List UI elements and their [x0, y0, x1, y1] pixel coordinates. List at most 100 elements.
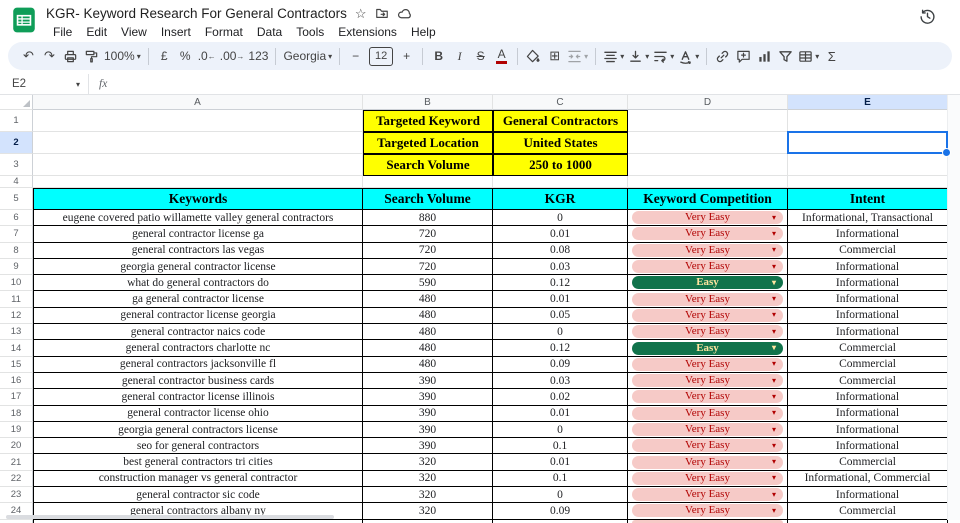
cell-search-volume[interactable]: 880: [363, 210, 493, 226]
cell-A2[interactable]: [33, 132, 363, 154]
competition-dropdown[interactable]: Very Easy▾: [632, 504, 783, 517]
number-format-button[interactable]: 123: [246, 44, 270, 68]
competition-dropdown[interactable]: Very Easy▾: [632, 374, 783, 387]
column-header-B[interactable]: B: [363, 95, 493, 110]
cell-competition[interactable]: Easy▾: [628, 275, 788, 291]
cell-search-volume[interactable]: 390: [363, 438, 493, 454]
menu-view[interactable]: View: [114, 24, 154, 40]
cell-search-volume[interactable]: 480: [363, 291, 493, 307]
cell-kgr[interactable]: 0: [493, 210, 628, 226]
header-intent[interactable]: Intent: [788, 188, 948, 210]
merge-cells-button[interactable]: ▾: [565, 44, 590, 68]
competition-dropdown[interactable]: Very Easy▾: [632, 358, 783, 371]
row-header[interactable]: 17: [0, 389, 33, 405]
cell-competition[interactable]: Very Easy▾: [628, 406, 788, 422]
cell-competition[interactable]: Very Easy▾: [628, 357, 788, 373]
row-header[interactable]: 2: [0, 132, 33, 154]
cell-search-volume[interactable]: 720: [363, 259, 493, 275]
borders-button[interactable]: ⊞: [544, 44, 565, 68]
cell-intent[interactable]: Commercial: [788, 373, 948, 389]
cell-intent[interactable]: Commercial: [788, 243, 948, 259]
cell-search-volume[interactable]: 720: [363, 243, 493, 259]
cell-partial[interactable]: [363, 520, 493, 523]
competition-dropdown[interactable]: Very Easy▾: [632, 407, 783, 420]
cell-keyword[interactable]: general contractors charlotte nc: [33, 340, 363, 356]
cell-kgr[interactable]: 0.09: [493, 503, 628, 519]
cell-competition[interactable]: Very Easy▾: [628, 226, 788, 242]
name-box[interactable]: E2 ▾: [0, 78, 88, 90]
cell-keyword[interactable]: seo for general contractors: [33, 438, 363, 454]
column-header-E[interactable]: E: [788, 95, 948, 110]
competition-dropdown[interactable]: Very Easy▾: [632, 488, 783, 501]
cell-intent[interactable]: Commercial: [788, 454, 948, 470]
cell-intent[interactable]: Informational: [788, 308, 948, 324]
insert-table-button[interactable]: ▾: [796, 44, 821, 68]
row-header[interactable]: 8: [0, 243, 33, 259]
cell-keyword[interactable]: georgia general contractor license: [33, 259, 363, 275]
competition-dropdown[interactable]: Very Easy▾: [632, 309, 783, 322]
fill-color-button[interactable]: [523, 44, 544, 68]
competition-dropdown[interactable]: Very Easy▾: [632, 390, 783, 403]
cell-competition[interactable]: Very Easy▾: [628, 324, 788, 340]
header-kgr[interactable]: KGR: [493, 188, 628, 210]
cell-C3[interactable]: 250 to 1000: [493, 154, 628, 176]
vertical-align-button[interactable]: ▾: [626, 44, 651, 68]
row-header[interactable]: 7: [0, 226, 33, 242]
menu-help[interactable]: Help: [404, 24, 443, 40]
cell-intent[interactable]: Commercial: [788, 340, 948, 356]
cell-B2[interactable]: Targeted Location: [363, 132, 493, 154]
cell-keyword[interactable]: construction manager vs general contract…: [33, 471, 363, 487]
cell-A1[interactable]: [33, 110, 363, 132]
menu-extensions[interactable]: Extensions: [331, 24, 404, 40]
cell-intent[interactable]: Informational: [788, 487, 948, 503]
text-rotation-button[interactable]: ▾: [676, 44, 701, 68]
decrease-font-size-button[interactable]: −: [345, 44, 366, 68]
text-wrap-button[interactable]: ▾: [651, 44, 676, 68]
row-header[interactable]: 20: [0, 438, 33, 454]
cell-E1[interactable]: [788, 110, 948, 132]
cell-C4[interactable]: [493, 176, 628, 188]
move-folder-icon[interactable]: [375, 6, 389, 20]
cell-search-volume[interactable]: 720: [363, 226, 493, 242]
cell-keyword[interactable]: general contractor business cards: [33, 373, 363, 389]
row-header[interactable]: 14: [0, 340, 33, 356]
cell-kgr[interactable]: 0.01: [493, 406, 628, 422]
redo-button[interactable]: ↷: [39, 44, 60, 68]
cell-B3[interactable]: Search Volume: [363, 154, 493, 176]
cell-intent[interactable]: Informational: [788, 291, 948, 307]
cell-C1[interactable]: General Contractors: [493, 110, 628, 132]
competition-dropdown[interactable]: Easy▾: [632, 276, 783, 289]
selected-cell-E2[interactable]: [788, 132, 948, 154]
cell-A3[interactable]: [33, 154, 363, 176]
cell-competition[interactable]: Very Easy▾: [628, 487, 788, 503]
cell-intent[interactable]: Informational: [788, 259, 948, 275]
row-header[interactable]: 6: [0, 210, 33, 226]
cell-competition[interactable]: Very Easy▾: [628, 438, 788, 454]
cell-keyword[interactable]: ga general contractor license: [33, 291, 363, 307]
currency-format-button[interactable]: £: [154, 44, 175, 68]
cell-keyword[interactable]: general contractor sic code: [33, 487, 363, 503]
header-keyword-competition[interactable]: Keyword Competition: [628, 188, 788, 210]
cell-competition[interactable]: Very Easy▾: [628, 389, 788, 405]
horizontal-scrollbar-thumb[interactable]: [6, 515, 334, 519]
functions-button[interactable]: Σ: [821, 44, 842, 68]
row-header[interactable]: [0, 520, 33, 523]
print-button[interactable]: [60, 44, 81, 68]
cell-D3[interactable]: [628, 154, 788, 176]
cell-keyword[interactable]: eugene covered patio willamette valley g…: [33, 210, 363, 226]
cell-competition[interactable]: Very Easy▾: [628, 471, 788, 487]
cell-competition[interactable]: Very Easy▾: [628, 243, 788, 259]
document-title[interactable]: KGR- Keyword Research For General Contra…: [46, 6, 347, 21]
cell-competition[interactable]: Very Easy▾: [628, 210, 788, 226]
cell-search-volume[interactable]: 320: [363, 503, 493, 519]
cell-kgr[interactable]: 0.03: [493, 259, 628, 275]
cell-keyword[interactable]: general contractors las vegas: [33, 243, 363, 259]
cell-kgr[interactable]: 0.12: [493, 275, 628, 291]
cell-kgr[interactable]: 0.08: [493, 243, 628, 259]
menu-file[interactable]: File: [46, 24, 79, 40]
cell-competition[interactable]: Very Easy▾: [628, 422, 788, 438]
competition-dropdown[interactable]: Very Easy▾: [632, 472, 783, 485]
cell-keyword[interactable]: best general contractors tri cities: [33, 454, 363, 470]
cell-search-volume[interactable]: 480: [363, 340, 493, 356]
version-history-icon[interactable]: [919, 8, 936, 25]
